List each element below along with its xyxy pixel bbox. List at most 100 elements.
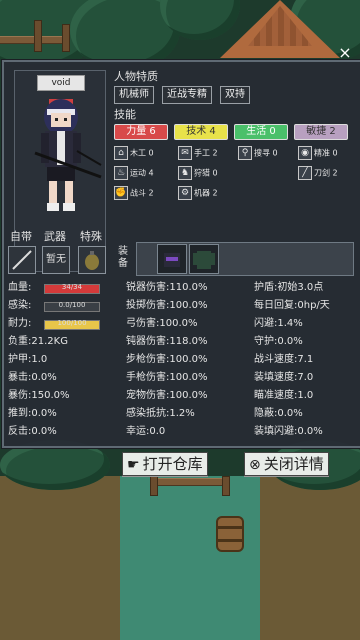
stat-value: 0.0% xyxy=(277,408,303,419)
stat-crit: 暴击:0.0% xyxy=(8,372,57,384)
fence-post xyxy=(222,476,230,496)
stat-aim-speed: 瞄准速度:1.0 xyxy=(254,390,313,402)
stat-label: 弓伤害: xyxy=(126,318,160,329)
special-slot[interactable] xyxy=(78,246,106,274)
stat-shield: 护盾:初始3.0点 xyxy=(254,282,323,294)
helmet-slot[interactable] xyxy=(157,244,187,274)
stat-hp-label: 血量: xyxy=(8,282,32,293)
fence xyxy=(150,478,230,486)
armor-slot[interactable] xyxy=(189,244,219,274)
subskill-search[interactable]: ⚲ 搜寻 0 xyxy=(238,146,278,160)
weapon-slot[interactable]: 暂无 xyxy=(42,246,70,274)
subskill-precision[interactable]: ◉ 精准 0 xyxy=(298,146,338,160)
subskill-label: 战斗 2 xyxy=(130,188,154,198)
subskill-sport[interactable]: ♨ 运动 4 xyxy=(114,166,154,180)
stat-label: 反击: xyxy=(8,426,32,437)
stat-value: 150.0% xyxy=(31,390,70,401)
subskill-blade[interactable]: ╱ 刀剑 2 xyxy=(298,166,338,180)
stat-stealth: 隐蔽:0.0% xyxy=(254,408,303,420)
stat-value: 100.0% xyxy=(159,318,198,329)
stamina-bar-text: 100/100 xyxy=(57,319,87,327)
hp-bar: 34/34 xyxy=(44,283,100,294)
close-detail-label: 关闭详情 xyxy=(263,455,324,473)
subskill-craft[interactable]: ✉ 手工 2 xyxy=(178,146,218,160)
stat-reload-speed: 装填速度:7.0 xyxy=(254,372,313,384)
slot-label-special: 特殊 xyxy=(80,230,102,243)
stat-value: 1.2% xyxy=(169,408,195,419)
stat-value: 100.0% xyxy=(169,390,208,401)
infection-bar-text: 0.0/100 xyxy=(58,301,86,309)
stat-label: 宠物伤害: xyxy=(126,390,170,401)
stat-blunt-damage: 钝器伤害:118.0% xyxy=(126,336,208,348)
subskill-label: 搜寻 0 xyxy=(254,148,278,158)
stat-infection-label: 感染: xyxy=(8,300,32,311)
stat-label: 投掷伤害: xyxy=(126,300,170,311)
skill-agility[interactable]: 敏捷 2 xyxy=(294,124,348,140)
stat-label: 推到: xyxy=(8,408,32,419)
grass-path xyxy=(120,476,260,640)
stat-label: 幸运: xyxy=(126,426,150,437)
stat-label: 闪避: xyxy=(254,318,278,329)
infection-bar: 0.0/100 xyxy=(44,301,100,312)
open-warehouse-button[interactable]: ☛ 打开仓库 xyxy=(122,452,208,476)
stat-knockdown: 推到:0.0% xyxy=(8,408,57,420)
close-detail-button[interactable]: ⊗ 关闭详情 xyxy=(244,452,329,476)
barrel[interactable] xyxy=(216,516,244,552)
carpentry-icon: ⌂ xyxy=(114,146,128,160)
stat-label: 感染抵抗: xyxy=(126,408,170,419)
stat-value: 1.0 xyxy=(297,390,314,401)
subskill-machine[interactable]: ⚙ 机器 2 xyxy=(178,186,218,200)
skill-life[interactable]: 生活 0 xyxy=(234,124,288,140)
stat-value: 0.0% xyxy=(277,336,303,347)
equip-label: 装备 xyxy=(118,246,128,269)
character-name: void xyxy=(37,75,85,91)
stat-value: 1.0 xyxy=(31,354,48,365)
trait-dual-wield[interactable]: 双持 xyxy=(220,86,250,104)
subskill-hunting[interactable]: ♞ 狩猎 0 xyxy=(178,166,218,180)
stat-armor: 护甲:1.0 xyxy=(8,354,47,366)
stat-label: 护甲: xyxy=(8,354,32,365)
stat-label: 战斗速度: xyxy=(254,354,298,365)
slot-label-builtin: 自带 xyxy=(10,230,32,243)
blade-icon xyxy=(12,250,32,270)
skill-tech[interactable]: 技术 4 xyxy=(174,124,228,140)
trait-melee[interactable]: 近战专精 xyxy=(162,86,212,104)
hunting-icon: ♞ xyxy=(178,166,192,180)
stat-combat-speed: 战斗速度:7.1 xyxy=(254,354,313,366)
builtin-weapon-slot[interactable] xyxy=(8,246,36,274)
traits-title: 人物特质 xyxy=(114,70,158,83)
stat-value: 21.2KG xyxy=(31,336,68,347)
trait-mechanic[interactable]: 机械师 xyxy=(114,86,154,104)
stat-luck: 幸运:0.0 xyxy=(126,426,165,438)
equipment-bar xyxy=(136,242,354,276)
subskill-label: 精准 0 xyxy=(314,148,338,158)
stat-value: 100.0% xyxy=(169,354,208,365)
helmet-icon xyxy=(164,253,180,267)
stat-guard: 守护:0.0% xyxy=(254,336,303,348)
stat-throw-damage: 投掷伤害:100.0% xyxy=(126,300,208,312)
character-detail-panel: void 人物特质 机械师 近战专精 双持 技能 力量 6 技术 4 生活 0 … xyxy=(2,60,360,448)
dirt-area xyxy=(0,476,130,640)
stat-value: 118.0% xyxy=(169,336,208,347)
open-warehouse-label: 打开仓库 xyxy=(142,455,203,473)
skills-title: 技能 xyxy=(114,108,136,121)
stat-stamina-label: 耐力: xyxy=(8,318,32,329)
hp-bar-text: 34/34 xyxy=(61,283,83,291)
stat-crit-damage: 暴伤:150.0% xyxy=(8,390,70,402)
stat-infection-resist: 感染抵抗:1.2% xyxy=(126,408,195,420)
hand-icon: ☛ xyxy=(127,457,140,473)
grenade-icon xyxy=(85,251,99,270)
subskill-combat[interactable]: ✊ 战斗 2 xyxy=(114,186,154,200)
stat-pet-damage: 宠物伤害:100.0% xyxy=(126,390,208,402)
stat-counter: 反击:0.0% xyxy=(8,426,57,438)
sport-icon: ♨ xyxy=(114,166,128,180)
close-circle-icon: ⊗ xyxy=(249,457,261,473)
stat-label: 钝器伤害: xyxy=(126,336,170,347)
stat-value: 100.0% xyxy=(169,372,208,383)
fence-post xyxy=(150,476,158,496)
stat-dodge: 闪避:1.4% xyxy=(254,318,303,330)
skill-strength[interactable]: 力量 6 xyxy=(114,124,168,140)
stamina-bar: 100/100 xyxy=(44,319,100,330)
subskill-carpentry[interactable]: ⌂ 木工 0 xyxy=(114,146,154,160)
stat-pistol-damage: 手枪伤害:100.0% xyxy=(126,372,208,384)
